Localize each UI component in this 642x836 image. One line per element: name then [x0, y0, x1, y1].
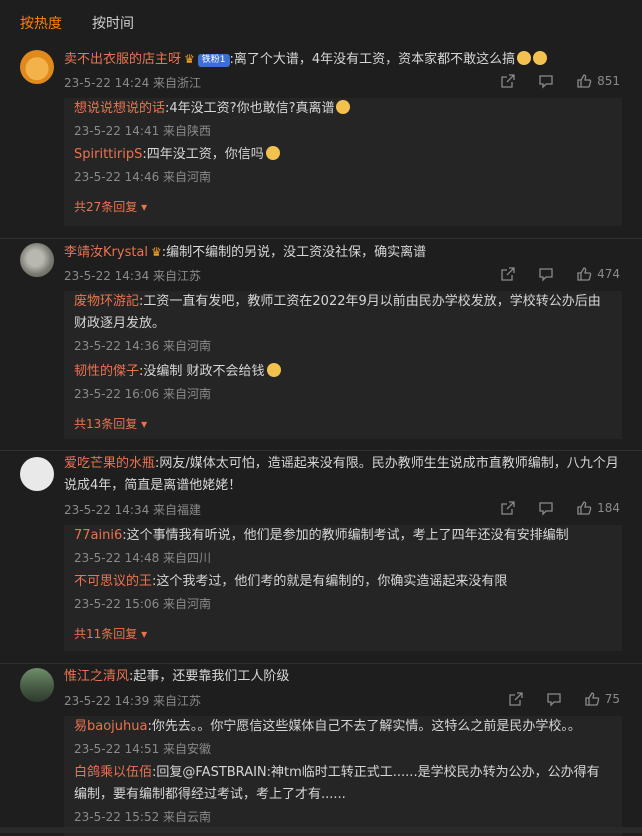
comment-meta: 23-5-22 14:24 来自浙江 — [64, 76, 202, 90]
reply-icon[interactable] — [546, 691, 562, 707]
comment-item: 爱吃芒果的水瓶:网友/媒体太可怕，造谣起来没有限。民办教师生生说成市直教师编制，… — [0, 451, 642, 664]
reply-box: 废物环游記:工资一直有发吧，教师工资在2022年9月以前由民办学校发放，学校转公… — [64, 291, 622, 439]
share-icon[interactable] — [508, 691, 524, 707]
caret-down-icon: ▾ — [141, 627, 148, 641]
reply-text: :回复@FASTBRAIN:神tm临时工转正式工......是学校民办转为公办，… — [74, 765, 600, 802]
comment-actions: 474 — [478, 266, 620, 282]
reply-username[interactable]: 韧性的傑子 — [74, 364, 139, 379]
like-count: 474 — [597, 267, 620, 281]
reply-meta: 23-5-22 14:36 来自河南 — [74, 339, 212, 353]
fan-badge: 铁粉1 — [197, 54, 230, 67]
more-replies-link[interactable]: 共13条回复 ▾ — [74, 415, 147, 432]
reply-username[interactable]: 易baojuhua — [74, 719, 147, 734]
emoji-icon — [533, 51, 548, 65]
crown-icon: ♛ — [184, 52, 195, 66]
like-button[interactable]: 851 — [576, 73, 620, 89]
reply-item: 废物环游記:工资一直有发吧，教师工资在2022年9月以前由民办学校发放，学校转公… — [74, 291, 610, 335]
reply-meta: 23-5-22 15:52 来自云南 — [74, 810, 212, 824]
tab-by-hot[interactable]: 按热度 — [20, 13, 62, 33]
comment-username[interactable]: 爱吃芒果的水瓶 — [64, 456, 155, 471]
avatar[interactable] — [20, 50, 54, 84]
reply-icon[interactable] — [538, 73, 554, 89]
reply-text: :工资一直有发吧，教师工资在2022年9月以前由民办学校发放，学校转公办后由财政… — [74, 294, 601, 331]
comment-actions: 75 — [486, 691, 620, 707]
reply-meta: 23-5-22 14:48 来自四川 — [74, 551, 212, 565]
like-button[interactable]: 184 — [576, 500, 620, 516]
like-button[interactable]: 75 — [584, 691, 620, 707]
emoji-icon — [517, 51, 532, 65]
comment-username[interactable]: 惟江之清风 — [64, 669, 129, 684]
comment-meta: 23-5-22 14:34 来自福建 — [64, 503, 202, 517]
share-icon[interactable] — [500, 266, 516, 282]
comment-item: 卖不出衣服的店主呀 ♛ 铁粉1:离了个大谱，4年没有工资，资本家都不敢这么搞 23-… — [0, 46, 642, 239]
reply-text: :没编制 财政不会给钱 — [139, 364, 265, 379]
avatar[interactable] — [20, 243, 54, 277]
reply-meta: 23-5-22 15:06 来自河南 — [74, 597, 212, 611]
reply-icon[interactable] — [538, 500, 554, 516]
reply-item: 韧性的傑子:没编制 财政不会给钱 — [74, 361, 610, 383]
comment-actions: 851 — [478, 73, 620, 89]
reply-text: :四年没工资，你信吗 — [142, 147, 264, 162]
reply-item: 77aini6:这个事情我有听说，他们是参加的教师编制考试，考上了四年还没有安排… — [74, 525, 610, 547]
more-replies-link[interactable]: 共11条回复 ▾ — [74, 625, 147, 642]
thumbs-up-icon — [577, 74, 592, 88]
comment-actions: 184 — [478, 500, 620, 516]
crown-icon: ♛ — [151, 245, 162, 259]
emoji-icon — [336, 100, 351, 114]
caret-down-icon: ▾ — [141, 417, 148, 431]
like-count: 75 — [604, 692, 620, 706]
reply-username[interactable]: 77aini6 — [74, 528, 122, 543]
reply-text: :4年没工资?你也敢信?真离谱 — [165, 101, 335, 116]
reply-item: 想说说想说的话:4年没工资?你也敢信?真离谱 — [74, 98, 610, 120]
sort-tabs: 按热度 按时间 — [0, 0, 642, 46]
emoji-icon — [266, 363, 281, 377]
reply-box: 易baojuhua:你先去。。你宁愿信这些媒体自己不去了解实情。这特么之前是民办… — [64, 716, 622, 836]
reply-username[interactable]: 想说说想说的话 — [74, 101, 165, 116]
tab-by-time[interactable]: 按时间 — [92, 13, 134, 33]
comment-text: :离了个大谱，4年没有工资，资本家都不敢这么搞 — [229, 52, 516, 67]
reply-item: SpirittiripS:四年没工资，你信吗 — [74, 144, 610, 166]
comment-meta: 23-5-22 14:39 来自江苏 — [64, 694, 202, 708]
comment-text: :编制不编制的另说，没工资没社保，确实离谱 — [161, 245, 427, 260]
more-replies-link[interactable]: 共27条回复 ▾ — [74, 198, 147, 215]
reply-username[interactable]: 不可思议的王 — [74, 574, 152, 589]
reply-item: 不可思议的王:这个我考过，他们考的就是有编制的，你确实造谣起来没有限 — [74, 571, 610, 593]
reply-username[interactable]: 废物环游記 — [74, 294, 139, 309]
reply-box: 77aini6:这个事情我有听说，他们是参加的教师编制考试，考上了四年还没有安排… — [64, 525, 622, 651]
comment-text: :起事，还要靠我们工人阶级 — [129, 669, 290, 684]
reply-username[interactable]: SpirittiripS — [74, 147, 142, 162]
reply-meta: 23-5-22 16:06 来自河南 — [74, 387, 212, 401]
like-count: 184 — [597, 501, 620, 515]
reply-meta: 23-5-22 14:46 来自河南 — [74, 170, 212, 184]
avatar[interactable] — [20, 668, 54, 702]
reply-text: :你先去。。你宁愿信这些媒体自己不去了解实情。这特么之前是民办学校。。 — [147, 719, 581, 734]
reply-meta: 23-5-22 14:51 来自安徽 — [74, 742, 212, 756]
thumbs-up-icon — [577, 267, 592, 281]
emoji-icon — [265, 146, 280, 160]
comment-username[interactable]: 李靖汝Krystal — [64, 245, 148, 260]
reply-text: :这个我考过，他们考的就是有编制的，你确实造谣起来没有限 — [152, 574, 508, 589]
bottom-scroll-bar[interactable] — [0, 827, 642, 833]
comment-item: 惟江之清风:起事，还要靠我们工人阶级 23-5-22 14:39 来自江苏 75… — [0, 664, 642, 836]
reply-icon[interactable] — [538, 266, 554, 282]
share-icon[interactable] — [500, 73, 516, 89]
comment-item: 李靖汝Krystal ♛:编制不编制的另说，没工资没社保，确实离谱 23-5-22… — [0, 239, 642, 451]
thumbs-up-icon — [577, 501, 592, 515]
thumbs-up-icon — [585, 692, 600, 706]
reply-item: 白鸽乘以伍佰:回复@FASTBRAIN:神tm临时工转正式工......是学校民… — [74, 762, 610, 806]
share-icon[interactable] — [500, 500, 516, 516]
like-count: 851 — [597, 74, 620, 88]
reply-meta: 23-5-22 14:41 来自陕西 — [74, 124, 212, 138]
reply-text: :这个事情我有听说，他们是参加的教师编制考试，考上了四年还没有安排编制 — [122, 528, 569, 543]
comment-username[interactable]: 卖不出衣服的店主呀 — [64, 52, 181, 67]
comment-meta: 23-5-22 14:34 来自江苏 — [64, 269, 202, 283]
reply-item: 易baojuhua:你先去。。你宁愿信这些媒体自己不去了解实情。这特么之前是民办… — [74, 716, 610, 738]
caret-down-icon: ▾ — [141, 200, 148, 214]
reply-box: 想说说想说的话:4年没工资?你也敢信?真离谱 23-5-22 14:41 来自陕… — [64, 98, 622, 226]
like-button[interactable]: 474 — [576, 266, 620, 282]
reply-username[interactable]: 白鸽乘以伍佰 — [74, 765, 152, 780]
avatar[interactable] — [20, 457, 54, 491]
